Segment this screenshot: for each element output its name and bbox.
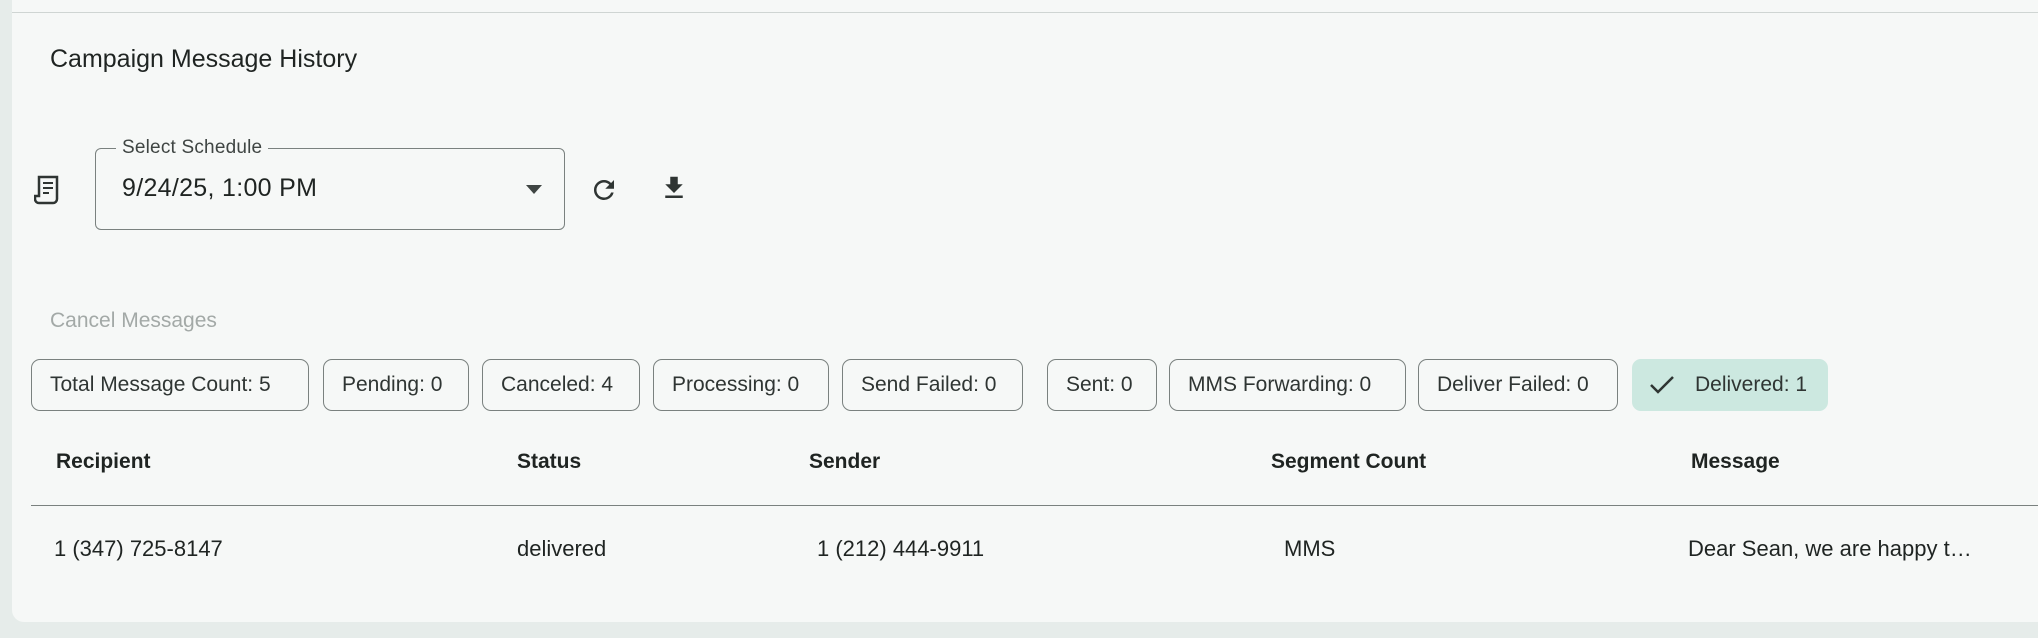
- chip-delivered[interactable]: Delivered: 1: [1632, 359, 1828, 411]
- chip-label: Pending: 0: [342, 373, 443, 396]
- cell-sender: 1 (212) 444-9911: [817, 536, 985, 561]
- message-history-card: Campaign Message History Select Schedule…: [12, 0, 2038, 622]
- receipt-icon: [33, 174, 62, 206]
- schedule-select[interactable]: Select Schedule 9/24/25, 1:00 PM: [95, 137, 565, 230]
- column-header-message[interactable]: Message: [1691, 450, 1780, 474]
- chevron-down-icon: [526, 185, 542, 194]
- refresh-icon: [589, 175, 619, 210]
- table-header: Recipient Status Sender Segment Count Me…: [31, 440, 2038, 506]
- column-header-status[interactable]: Status: [517, 450, 581, 474]
- chip-label: Delivered: 1: [1695, 373, 1808, 396]
- chip-processing[interactable]: Processing: 0: [653, 359, 829, 411]
- download-icon: [659, 172, 689, 209]
- divider: [12, 12, 2038, 13]
- chip-total-message-count[interactable]: Total Message Count: 5: [31, 359, 309, 411]
- chip-sent[interactable]: Sent: 0: [1047, 359, 1157, 411]
- column-header-sender[interactable]: Sender: [809, 450, 880, 474]
- cell-status: delivered: [517, 536, 607, 561]
- chip-label: Processing: 0: [672, 373, 800, 396]
- cell-segment-count: MMS: [1284, 536, 1336, 561]
- chip-label: MMS Forwarding: 0: [1188, 373, 1372, 396]
- chip-label: Deliver Failed: 0: [1437, 373, 1589, 396]
- chip-label: Total Message Count: 5: [50, 373, 271, 396]
- cancel-messages-button[interactable]: Cancel Messages: [50, 309, 217, 333]
- check-icon: [1649, 375, 1675, 395]
- chip-deliver-failed[interactable]: Deliver Failed: 0: [1418, 359, 1618, 411]
- column-header-segment-count[interactable]: Segment Count: [1271, 450, 1426, 474]
- chip-pending[interactable]: Pending: 0: [323, 359, 469, 411]
- cell-message: Dear Sean, we are happy t…: [1688, 536, 1972, 561]
- page-title: Campaign Message History: [50, 45, 358, 73]
- cell-recipient: 1 (347) 725-8147: [54, 536, 223, 561]
- refresh-button[interactable]: [582, 170, 626, 214]
- chip-canceled[interactable]: Canceled: 4: [482, 359, 640, 411]
- chip-mms-forwarding[interactable]: MMS Forwarding: 0: [1169, 359, 1406, 411]
- chip-send-failed[interactable]: Send Failed: 0: [842, 359, 1023, 411]
- chip-label: Sent: 0: [1066, 373, 1133, 396]
- column-header-recipient[interactable]: Recipient: [56, 450, 151, 474]
- chip-label: Send Failed: 0: [861, 373, 997, 396]
- schedule-select-label: Select Schedule: [116, 137, 269, 159]
- chip-label: Canceled: 4: [501, 373, 614, 396]
- schedule-select-value: 9/24/25, 1:00 PM: [122, 174, 318, 202]
- download-button[interactable]: [652, 168, 696, 212]
